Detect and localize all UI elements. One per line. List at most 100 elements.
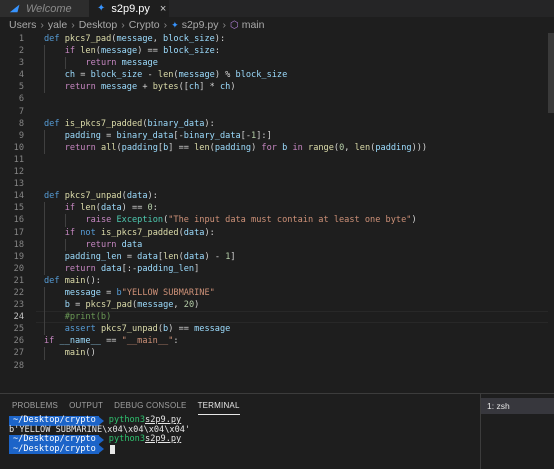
- code-text: def pkcs7_pad(message, block_size):: [44, 33, 225, 45]
- current-line-highlight: [36, 311, 548, 324]
- breadcrumb-file[interactable]: s2p9.py: [182, 19, 219, 31]
- code-token: +: [137, 82, 153, 93]
- indent-guide: [44, 299, 45, 312]
- code-line[interactable]: 19 padding_len = data[len(data) - 1]: [0, 250, 554, 263]
- code-token: ))): [411, 142, 428, 153]
- breadcrumb-desktop[interactable]: Desktop: [79, 19, 118, 31]
- breadcrumb-crypto[interactable]: Crypto: [129, 19, 160, 31]
- terminal-item-zsh[interactable]: 1: zsh: [481, 398, 554, 414]
- code-line[interactable]: 12: [0, 166, 554, 178]
- line-number: 16: [13, 215, 24, 226]
- code-token: ]:]: [256, 130, 272, 141]
- code-token: ch: [64, 70, 76, 81]
- line-number: 9: [18, 130, 24, 141]
- code-line[interactable]: 24 #print(b): [0, 311, 554, 324]
- code-line[interactable]: 6: [0, 93, 554, 105]
- code-token: if: [64, 203, 81, 214]
- code-token: [-: [240, 130, 252, 141]
- code-line[interactable]: 27 main(): [0, 347, 554, 360]
- scrollbar-thumb[interactable]: [548, 33, 554, 113]
- indent-guide: [64, 57, 66, 70]
- code-token: data: [183, 251, 205, 262]
- code-line[interactable]: 9 padding = binary_data[-binary_data[-1]:…: [0, 129, 554, 142]
- code-editor[interactable]: 1 def pkcs7_pad(message, block_size): 2 if …: [0, 33, 554, 393]
- code-text: if not is_pkcs7_padded(data):: [65, 227, 215, 239]
- code-line[interactable]: 13: [0, 178, 554, 190]
- terminal-output[interactable]: ~/Desktop/crypto python3 s2p9.py b'YELLOW …: [9, 415, 475, 468]
- prompt-path: ~/Desktop/crypto: [9, 444, 99, 454]
- code-token: ]: [194, 263, 200, 274]
- code-text: b = pkcs7_pad(message, 20): [65, 299, 200, 311]
- code-token: "__main__": [121, 336, 174, 347]
- tab-s2p9-py[interactable]: ✦ s2p9.py ×: [89, 0, 169, 17]
- code-token: main: [64, 348, 86, 359]
- code-token: len: [157, 70, 174, 81]
- code-token: in: [287, 142, 309, 153]
- code-line[interactable]: 22 message = b"YELLOW SUBMARINE": [0, 286, 554, 300]
- line-number: 14: [13, 191, 24, 202]
- bottom-panel: PROBLEMS OUTPUT DEBUG CONSOLE TERMINAL 1…: [0, 393, 554, 469]
- code-line[interactable]: 20 return data[:-padding_len]: [0, 262, 554, 275]
- code-token: message: [100, 82, 138, 93]
- close-icon[interactable]: ×: [160, 3, 166, 15]
- code-line[interactable]: 16 raise Exception("The input data must c…: [0, 214, 554, 227]
- code-token: :: [173, 336, 179, 347]
- code-token: assert: [64, 324, 101, 335]
- line-number: 12: [13, 167, 24, 178]
- code-text: assert pkcs7_unpad(b) == message: [65, 323, 231, 335]
- tab-terminal[interactable]: TERMINAL: [197, 394, 240, 416]
- prompt-arrow-icon: [98, 445, 104, 454]
- code-line[interactable]: 5 return message + bytes([ch] * ch): [0, 81, 554, 94]
- tab-welcome[interactable]: ◢ Welcome: [0, 0, 89, 17]
- code-text: if __name__ == "__main__":: [44, 335, 179, 347]
- code-line[interactable]: 11: [0, 154, 554, 166]
- code-line[interactable]: 15 if len(data) == 0:: [0, 202, 554, 215]
- breadcrumb-users[interactable]: Users: [9, 19, 36, 31]
- code-text: main(): [65, 347, 96, 359]
- code-token: block_size: [163, 34, 215, 44]
- indent-guide: [44, 347, 45, 360]
- editor-tab-bar: ◢ Welcome ✦ s2p9.py ×: [0, 0, 554, 17]
- code-line[interactable]: 21 def main():: [0, 275, 554, 287]
- code-line[interactable]: 25 assert pkcs7_unpad(b) == message: [0, 323, 554, 336]
- code-token: message: [178, 70, 215, 81]
- code-token: def: [44, 191, 65, 202]
- code-token: -: [142, 70, 158, 81]
- code-token: len: [354, 142, 371, 153]
- tab-debug-console[interactable]: DEBUG CONSOLE: [114, 394, 186, 416]
- code-token: ): [230, 82, 236, 93]
- code-token: padding: [64, 130, 101, 141]
- code-line[interactable]: 14 def pkcs7_unpad(data):: [0, 190, 554, 202]
- code-token: ):: [214, 34, 226, 44]
- tab-label: Welcome: [26, 2, 72, 15]
- code-line[interactable]: 4 ch = block_size - len(message) % block_…: [0, 69, 554, 82]
- code-line[interactable]: 23 b = pkcs7_pad(message, 20): [0, 299, 554, 312]
- editor-scrollbar[interactable]: [548, 33, 554, 393]
- breadcrumb-symbol[interactable]: main: [242, 19, 265, 31]
- code-token: (): [85, 348, 96, 359]
- code-token: [-: [173, 130, 184, 141]
- code-token: pkcs7_unpad: [64, 191, 122, 202]
- code-line[interactable]: 7: [0, 106, 554, 118]
- code-line[interactable]: 17 if not is_pkcs7_padded(data):: [0, 226, 554, 239]
- tab-problems[interactable]: PROBLEMS: [12, 394, 58, 416]
- code-token: padding: [375, 142, 412, 153]
- code-line[interactable]: 26 if __name__ == "__main__":: [0, 335, 554, 347]
- code-line[interactable]: 18 return data: [0, 238, 554, 251]
- breadcrumb-yale[interactable]: yale: [48, 19, 67, 31]
- code-token: def: [44, 118, 65, 129]
- code-line[interactable]: 3 return message: [0, 57, 554, 70]
- code-token: ,: [173, 300, 184, 311]
- code-line[interactable]: 8 def is_pkcs7_padded(binary_data):: [0, 118, 554, 130]
- tab-output[interactable]: OUTPUT: [69, 394, 103, 416]
- line-number: 7: [18, 106, 24, 117]
- code-token: =: [100, 130, 117, 141]
- code-token: :: [152, 203, 158, 214]
- line-number: 28: [13, 360, 24, 371]
- code-line[interactable]: 28: [0, 360, 554, 372]
- code-line[interactable]: 1 def pkcs7_pad(message, block_size):: [0, 33, 554, 45]
- code-token: #print(b): [64, 312, 112, 323]
- code-text: padding_len = data[len(data) - 1]: [65, 251, 236, 263]
- code-line[interactable]: 2 if len(message) == block_size:: [0, 45, 554, 58]
- code-line[interactable]: 10 return all(padding[b] == len(padding) …: [0, 141, 554, 154]
